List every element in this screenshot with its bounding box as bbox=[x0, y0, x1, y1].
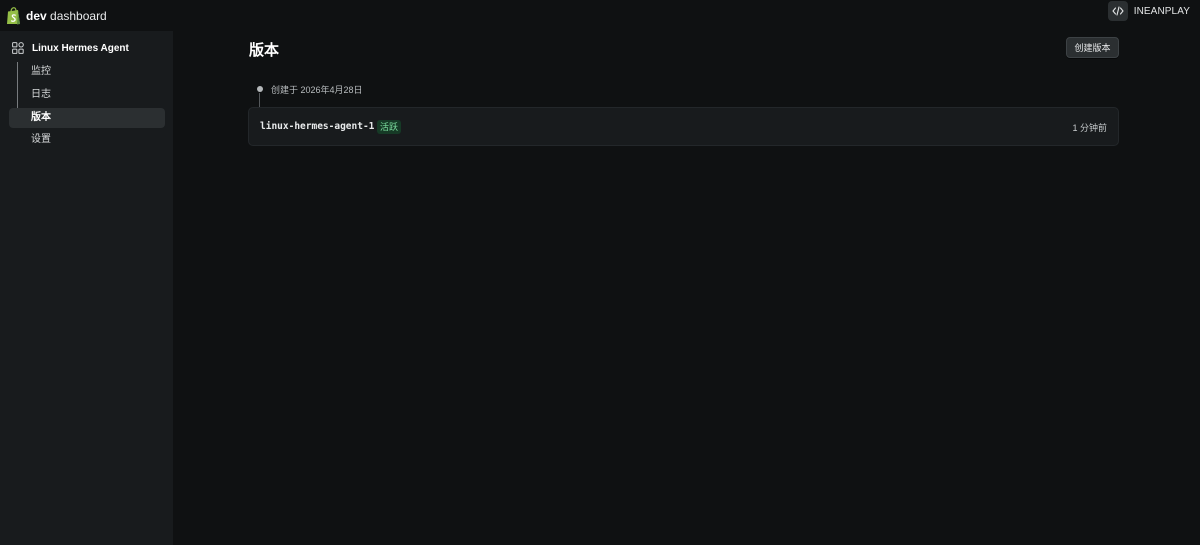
sidebar-item-label: 设置 bbox=[31, 134, 51, 145]
sidebar-item-label: 监控 bbox=[31, 66, 51, 77]
sidebar-item-monitoring[interactable]: 监控 bbox=[9, 62, 165, 82]
timeline-dot bbox=[257, 86, 263, 92]
sidebar: Linux Hermes Agent 监控 日志 版本 设置 bbox=[0, 31, 173, 545]
timeline-date-label: 创建于 2026年4月28日 bbox=[271, 85, 363, 95]
version-name: linux-hermes-agent-1 bbox=[260, 121, 375, 132]
brand-name-bold: dev bbox=[26, 8, 47, 23]
brand-name-rest: dashboard bbox=[46, 8, 107, 23]
project-selector[interactable]: Linux Hermes Agent bbox=[12, 42, 129, 54]
user-name[interactable]: INEANPLAY bbox=[1134, 6, 1190, 17]
page-title: 版本 bbox=[249, 42, 280, 59]
sidebar-item-versions[interactable]: 版本 bbox=[9, 108, 165, 128]
brand-name: dev dashboard bbox=[26, 9, 107, 23]
version-timestamp: 1 分钟前 bbox=[1072, 123, 1107, 133]
sidebar-item-label: 日志 bbox=[31, 89, 51, 100]
timeline-line bbox=[259, 93, 260, 108]
code-brackets-icon bbox=[1112, 6, 1124, 16]
sidebar-item-settings[interactable]: 设置 bbox=[9, 130, 165, 150]
sidebar-item-label: 版本 bbox=[31, 112, 51, 123]
sidebar-item-logs[interactable]: 日志 bbox=[9, 85, 165, 105]
shopify-bag-icon bbox=[7, 6, 20, 24]
apps-grid-icon bbox=[12, 42, 24, 54]
version-card[interactable]: linux-hermes-agent-1 活跃 1 分钟前 bbox=[248, 107, 1119, 146]
project-name: Linux Hermes Agent bbox=[32, 42, 129, 54]
brand[interactable]: dev dashboard bbox=[6, 6, 107, 25]
header-actions: INEANPLAY bbox=[1107, 1, 1190, 21]
top-bar: dev dashboard INEANPLAY bbox=[0, 0, 1200, 31]
code-view-button[interactable] bbox=[1107, 1, 1128, 21]
create-version-button[interactable]: 创建版本 bbox=[1066, 37, 1119, 58]
status-badge: 活跃 bbox=[377, 120, 402, 134]
